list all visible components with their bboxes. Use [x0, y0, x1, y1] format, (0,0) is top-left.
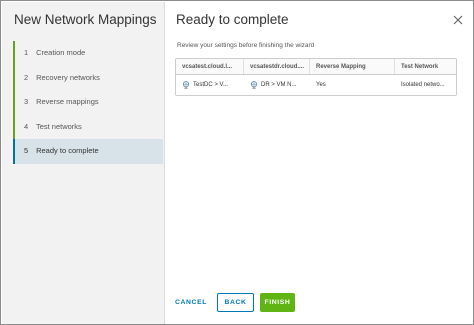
page-title: Ready to complete	[176, 12, 289, 27]
step-number: 1	[24, 48, 29, 57]
table-row: TestDC > V... DR > VM N... Yes Isolated …	[176, 75, 456, 95]
cancel-button[interactable]: CANCEL	[169, 293, 213, 312]
cell-text: TestDC > V...	[193, 82, 228, 88]
step-ready-to-complete[interactable]: 5 Ready to complete	[13, 139, 163, 164]
step-number: 3	[24, 97, 29, 106]
wizard-dialog: New Network Mappings 1 Creation mode 2 R…	[0, 0, 474, 325]
cell-text: DR > VM N...	[261, 82, 297, 88]
network-icon	[250, 81, 258, 89]
step-number: 5	[24, 146, 29, 155]
step-recovery-networks[interactable]: 2 Recovery networks	[13, 65, 163, 90]
cell-test-network: Isolated netwo...	[401, 82, 445, 88]
network-icon	[182, 81, 190, 89]
step-label: Test networks	[35, 121, 82, 131]
wizard-title: New Network Mappings	[14, 12, 157, 27]
finish-button[interactable]: FINISH	[260, 293, 295, 312]
step-number: 2	[24, 72, 29, 82]
wizard-steps: 1 Creation mode 2 Recovery networks 3 Re…	[13, 41, 163, 164]
wizard-content: Ready to complete Review your settings b…	[165, 2, 474, 324]
step-label: Recovery networks	[36, 72, 100, 82]
cell-reverse-mapping: Yes	[316, 82, 326, 88]
cell-protected-network: TestDC > V...	[176, 75, 244, 95]
wizard-sidebar: New Network Mappings 1 Creation mode 2 R…	[2, 2, 165, 324]
step-label: Reverse mappings	[36, 97, 99, 106]
step-creation-mode[interactable]: 1 Creation mode	[13, 41, 163, 66]
cell-recovery-network: DR > VM N...	[244, 75, 310, 95]
back-button[interactable]: BACK	[217, 293, 254, 312]
page-subtitle: Review your settings before finishing th…	[177, 42, 315, 49]
column-header-test-network[interactable]: Test Network	[395, 59, 456, 74]
column-header-protected-site[interactable]: vcsatest.cloud.l...	[176, 59, 244, 74]
column-header-reverse-mapping[interactable]: Reverse Mapping	[310, 59, 395, 74]
close-icon[interactable]	[452, 14, 464, 26]
grid-header: vcsatest.cloud.l... vcsatestdr.cloud....…	[176, 59, 456, 75]
summary-grid: vcsatest.cloud.l... vcsatestdr.cloud....…	[175, 58, 457, 96]
step-label: Creation mode	[36, 48, 86, 57]
step-number: 4	[24, 121, 29, 131]
step-label: Ready to complete	[36, 146, 99, 155]
column-header-recovery-site[interactable]: vcsatestdr.cloud....	[244, 59, 310, 74]
step-reverse-mappings[interactable]: 3 Reverse mappings	[13, 90, 163, 115]
step-test-networks[interactable]: 4 Test networks	[13, 114, 163, 139]
